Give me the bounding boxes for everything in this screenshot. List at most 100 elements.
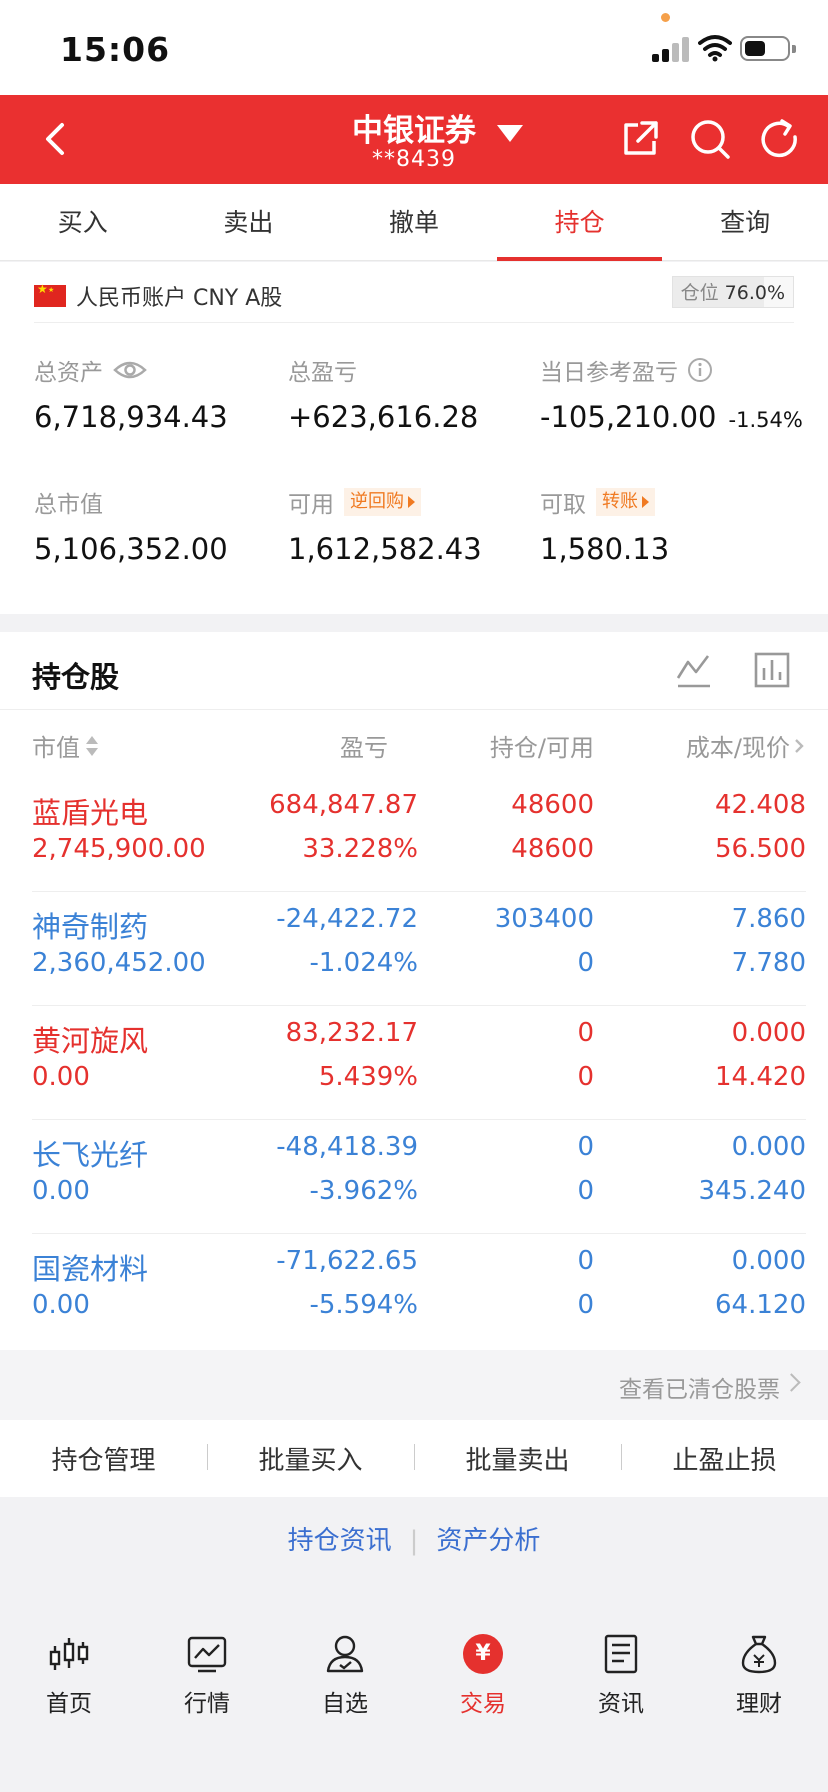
stock-position: 0	[577, 1018, 594, 1048]
stock-cost: 0.000	[731, 1132, 806, 1162]
market-value: 总市值 5,106,352.00	[34, 486, 228, 566]
nav-label: 资讯	[598, 1691, 644, 1717]
chevron-right-icon	[782, 1373, 801, 1392]
divider: |	[409, 1526, 419, 1556]
total-pl-value: +623,616.28	[288, 400, 479, 434]
stop-profit-loss-button[interactable]: 止盈止损	[621, 1440, 828, 1477]
stock-pl: -24,422.72	[276, 904, 418, 934]
column-header-cost-price[interactable]: 成本/现价	[686, 728, 804, 763]
account-dropdown-icon[interactable]	[497, 125, 523, 142]
refresh-icon[interactable]	[758, 117, 802, 161]
stock-market-value: 0.00	[32, 1290, 90, 1320]
nav-trade[interactable]: ¥ 交易	[414, 1610, 552, 1792]
manage-holdings-button[interactable]: 持仓管理	[0, 1440, 207, 1477]
nav-label: 理财	[736, 1691, 782, 1717]
document-icon	[604, 1634, 638, 1674]
batch-sell-button[interactable]: 批量卖出	[414, 1440, 621, 1477]
stock-market-value: 2,360,452.00	[32, 948, 206, 978]
stock-available: 0	[577, 1176, 594, 1206]
daily-pl: 当日参考盈亏 -105,210.00 -1.54%	[540, 354, 803, 434]
stock-available: 0	[577, 948, 594, 978]
market-value-label: 总市值	[34, 492, 103, 518]
money-bag-icon	[741, 1635, 777, 1674]
stock-price: 7.780	[731, 948, 806, 978]
column-header-market-value[interactable]: 市值	[32, 728, 100, 763]
holding-row[interactable]: 国瓷材料 0.00 -71,622.65 -5.594% 0 0 0.000 6…	[32, 1234, 806, 1348]
nav-label: 首页	[46, 1691, 92, 1717]
holdings-title: 持仓股	[32, 660, 120, 694]
stock-cost: 0.000	[731, 1018, 806, 1048]
holdings-actions: 持仓管理 批量买入 批量卖出 止盈止损	[0, 1420, 828, 1497]
total-pl-label: 总盈亏	[288, 360, 357, 386]
tab-sell[interactable]: 卖出	[166, 184, 332, 260]
total-assets-label: 总资产	[34, 360, 103, 386]
trend-chart-icon[interactable]	[674, 650, 714, 690]
tab-cancel[interactable]: 撤单	[331, 184, 497, 260]
stock-name: 国瓷材料	[32, 1252, 149, 1286]
stock-price: 64.120	[715, 1290, 806, 1320]
view-cleared-stocks-link[interactable]: 查看已清仓股票	[0, 1350, 828, 1420]
nav-home[interactable]: 首页	[0, 1610, 138, 1792]
nav-wealth[interactable]: 理财	[690, 1610, 828, 1792]
chevron-right-icon	[795, 738, 804, 753]
batch-buy-button[interactable]: 批量买入	[207, 1440, 414, 1477]
stock-position: 0	[577, 1246, 594, 1276]
holding-row[interactable]: 长飞光纤 0.00 -48,418.39 -3.962% 0 0 0.000 3…	[32, 1120, 806, 1234]
sort-icon	[86, 735, 98, 756]
stock-market-value: 0.00	[32, 1062, 90, 1092]
status-time: 15:06	[60, 30, 171, 69]
info-icon[interactable]	[686, 356, 714, 384]
daily-pl-pct: -1.54%	[728, 408, 803, 432]
holding-row[interactable]: 蓝盾光电 2,745,900.00 684,847.87 33.228% 486…	[32, 778, 806, 892]
stock-pl-pct: 33.228%	[302, 834, 418, 864]
stock-price: 14.420	[715, 1062, 806, 1092]
holding-row[interactable]: 黄河旋风 0.00 83,232.17 5.439% 0 0 0.000 14.…	[32, 1006, 806, 1120]
total-assets-value: 6,718,934.43	[34, 400, 228, 434]
nav-news[interactable]: 资讯	[552, 1610, 690, 1792]
stock-position: 0	[577, 1132, 594, 1162]
stock-cost: 7.860	[731, 904, 806, 934]
share-icon[interactable]	[618, 117, 662, 161]
stock-name: 神奇制药	[32, 910, 149, 944]
asset-analysis-link[interactable]: 资产分析	[436, 1526, 540, 1556]
withdrawable-funds: 可取 转账 1,580.13	[540, 486, 669, 566]
tab-buy[interactable]: 买入	[0, 184, 166, 260]
yen-icon: ¥	[463, 1634, 503, 1674]
total-pl: 总盈亏 +623,616.28	[288, 354, 478, 434]
market-value-value: 5,106,352.00	[34, 532, 228, 566]
bar-chart-icon[interactable]	[752, 650, 792, 690]
available-funds: 可用 逆回购 1,612,582.43	[288, 486, 482, 566]
position-label: 仓位	[680, 282, 719, 304]
daily-pl-label: 当日参考盈亏	[540, 360, 678, 386]
nav-label: 交易	[460, 1691, 506, 1717]
eye-icon[interactable]	[113, 358, 147, 382]
stock-pl: -71,622.65	[276, 1246, 418, 1276]
stock-pl-pct: -3.962%	[309, 1176, 418, 1206]
holding-row[interactable]: 神奇制药 2,360,452.00 -24,422.72 -1.024% 303…	[32, 892, 806, 1006]
stock-pl: -48,418.39	[276, 1132, 418, 1162]
search-icon[interactable]	[688, 117, 732, 161]
transfer-button[interactable]: 转账	[596, 488, 655, 516]
stock-name: 长飞光纤	[32, 1138, 149, 1172]
column-header-pl: 盈亏	[340, 734, 388, 762]
tab-holdings[interactable]: 持仓	[496, 184, 663, 261]
reverse-repo-button[interactable]: 逆回购	[344, 488, 421, 516]
divider	[34, 322, 794, 323]
tab-query[interactable]: 查询	[662, 184, 828, 260]
holdings-news-link[interactable]: 持仓资讯	[288, 1526, 392, 1556]
stock-pl-pct: -1.024%	[309, 948, 418, 978]
nav-watchlist[interactable]: 自选	[276, 1610, 414, 1792]
total-assets: 总资产 6,718,934.43	[34, 354, 228, 434]
stock-market-value: 2,745,900.00	[32, 834, 206, 864]
nav-market[interactable]: 行情	[138, 1610, 276, 1792]
candlestick-icon	[49, 1638, 89, 1670]
wifi-icon	[698, 35, 732, 62]
bottom-nav: 首页 行情 自选 ¥ 交易 资讯 理财	[0, 1610, 828, 1792]
stock-cost: 42.408	[715, 790, 806, 820]
stock-price: 56.500	[715, 834, 806, 864]
stock-cost: 0.000	[731, 1246, 806, 1276]
stock-name: 蓝盾光电	[32, 796, 149, 830]
app-header: 中银证券 **8439	[0, 95, 828, 184]
position-value: 76.0%	[724, 282, 785, 304]
nav-label: 行情	[184, 1691, 230, 1717]
